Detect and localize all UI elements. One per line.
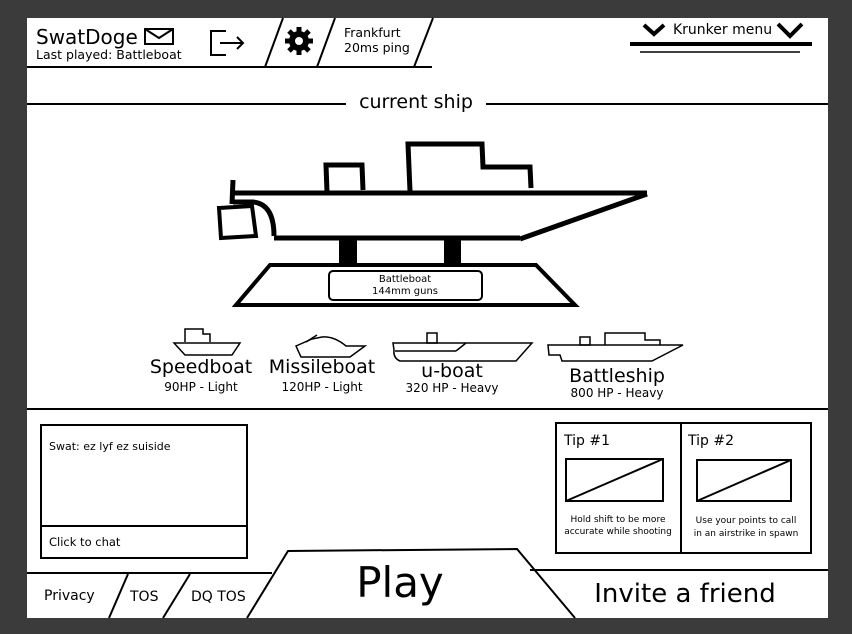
tip-text: accurate while shooting (564, 527, 672, 537)
tip-title: Tip #2 (688, 433, 734, 449)
tip-text: Hold shift to be more (570, 515, 666, 525)
ship-stats: 90HP - Light (164, 380, 238, 394)
ship-name: Missileboat (268, 356, 376, 378)
ship-name: u-boat (421, 360, 483, 382)
server-ping: 20ms ping (344, 40, 410, 55)
tip-text: Use your points to call (695, 516, 797, 526)
chat-input-placeholder: Click to chat (49, 535, 121, 549)
ship-name: Speedboat (149, 356, 253, 378)
ship-name: Battleship (569, 365, 665, 387)
tos-link[interactable]: TOS (130, 590, 158, 604)
dq-tos-link[interactable]: DQ TOS (191, 590, 246, 604)
invite-friend-button[interactable]: Invite a friend (594, 581, 775, 607)
ship-stats: 120HP - Light (281, 380, 363, 394)
server-selector[interactable]: Frankfurt 20ms ping (335, 22, 415, 62)
current-ship-detail: 144mm guns (372, 286, 438, 297)
tip-text: in an airstrike in spawn (693, 529, 799, 539)
privacy-link[interactable]: Privacy (44, 589, 95, 603)
username: SwatDoge (36, 25, 138, 49)
current-ship-name: Battleboat (378, 274, 432, 285)
logout-button[interactable] (207, 27, 247, 59)
ship-stats: 800 HP - Heavy (570, 386, 664, 400)
chat-input[interactable]: Click to chat (42, 527, 246, 557)
ship-option-battleship[interactable]: Battleship 800 HP - Heavy (545, 325, 687, 400)
krunker-menu-button[interactable]: Krunker menu (640, 18, 810, 44)
last-played: Last played: Battleboat (36, 47, 182, 62)
settings-button[interactable] (284, 25, 316, 57)
tip-title: Tip #1 (564, 433, 610, 449)
chat-message: Swat: ez lyf ez suiside (49, 440, 171, 453)
ship-option-missileboat[interactable]: Missileboat 120HP - Light (266, 325, 378, 397)
ship-option-u-boat[interactable]: u-boat 320 HP - Heavy (390, 325, 535, 397)
ship-stats: 320 HP - Heavy (405, 381, 499, 395)
krunker-menu-label: Krunker menu (673, 22, 773, 38)
server-name: Frankfurt (344, 25, 401, 40)
play-button[interactable]: Play (356, 562, 444, 604)
ship-option-speedboat[interactable]: Speedboat 90HP - Light (145, 325, 257, 397)
section-title: current ship (359, 91, 473, 113)
mail-button[interactable] (142, 25, 176, 47)
